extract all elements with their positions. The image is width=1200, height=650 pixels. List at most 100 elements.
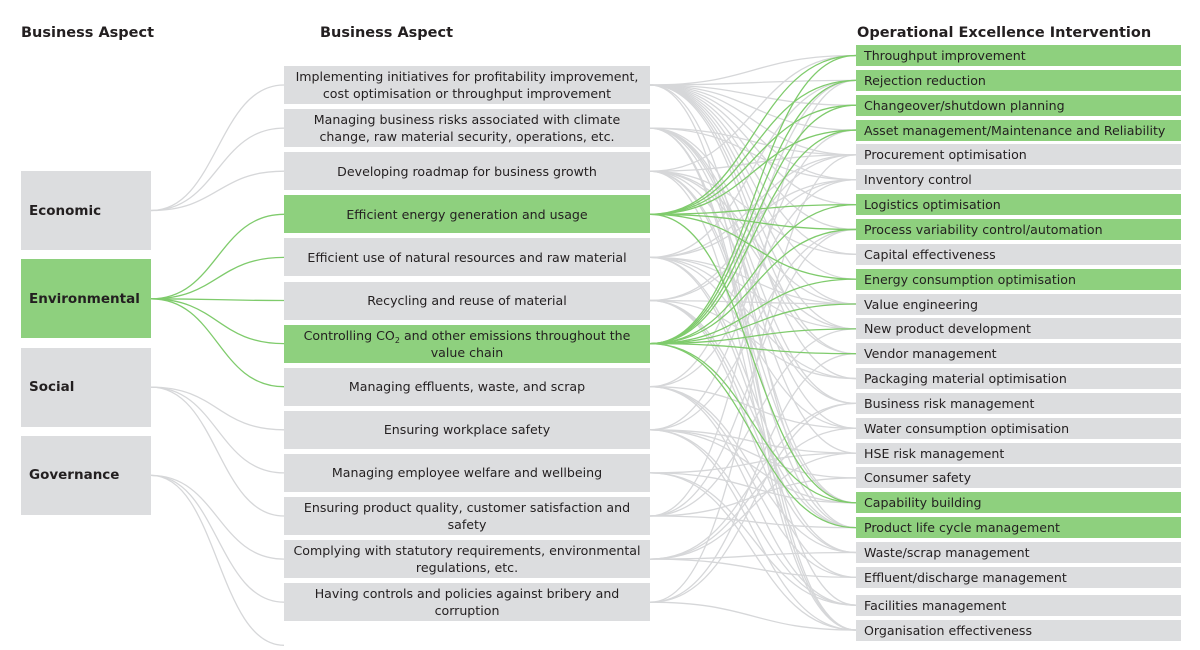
intervention-box: Capability building — [856, 492, 1181, 514]
aspect-label: Developing roadmap for business growth — [337, 163, 597, 179]
intervention-label: Throughput improvement — [864, 48, 1026, 63]
intervention-label: Product life cycle management — [864, 520, 1060, 536]
intervention-box: Waste/scrap management — [856, 542, 1181, 563]
intervention-box: Logistics optimisation — [856, 194, 1181, 216]
pillar-aspect-link — [150, 84, 285, 212]
intervention-label: Facilities management — [864, 597, 1007, 613]
intervention-label: Water consumption optimisation — [864, 420, 1070, 436]
aspect-label: Recycling and reuse of material — [367, 293, 567, 308]
aspect-intervention-link — [649, 179, 857, 259]
intervention-box: HSE risk management — [856, 442, 1181, 464]
intervention-label: Organisation effectiveness — [864, 622, 1033, 638]
aspect-label: Ensuring workplace safety — [383, 422, 551, 438]
aspect-box: Managing business risks associated with … — [284, 109, 650, 148]
aspect-box: Managing employee welfare and wellbeing — [284, 453, 650, 492]
aspect-box: Managing effluents, waste, and scrap — [284, 367, 650, 406]
intervention-box: Value engineering — [856, 293, 1181, 315]
pillar-aspect-link — [150, 298, 285, 388]
intervention-label: Effluent/discharge management — [864, 569, 1067, 585]
intervention-box: Throughput improvement — [856, 45, 1181, 66]
pillar-aspect-link — [150, 213, 285, 300]
aspect-intervention-link — [649, 601, 857, 631]
aspect-label: Efficient use of natural resources and r… — [307, 249, 627, 265]
intervention-label: Rejection reduction — [864, 72, 986, 88]
intervention-label: Process variability control/automation — [864, 221, 1103, 237]
intervention-label: Capital effectiveness — [864, 246, 996, 262]
intervention-box: Facilities management — [856, 594, 1181, 616]
aspect-box: Implementing initiatives for profitabili… — [284, 66, 650, 104]
intervention-box: Vendor management — [856, 343, 1181, 365]
aspect-label: Efficient energy generation and usage — [346, 206, 588, 222]
aspect-intervention-link — [649, 129, 857, 215]
intervention-label: Asset management/Maintenance and Reliabi… — [864, 122, 1166, 138]
aspect-label: Implementing initiatives for profitabili… — [295, 69, 639, 101]
aspect-intervention-link — [649, 129, 857, 431]
pillar-box: Economic — [21, 171, 151, 250]
pillar-box: Governance — [21, 435, 151, 515]
aspect-box: Ensuring product quality, customer satis… — [284, 497, 650, 535]
aspect-label-text: and other emissions throughout the value… — [399, 327, 631, 360]
intervention-box: Asset management/Maintenance and Reliabi… — [856, 119, 1181, 141]
aspect-box: Complying with statutory requirements, e… — [284, 540, 650, 579]
intervention-label: Changeover/shutdown planning — [864, 97, 1065, 113]
pillar-aspect-link — [150, 256, 285, 300]
aspect-box: Efficient energy generation and usage — [284, 195, 650, 234]
aspect-box: Having controls and policies against bri… — [284, 583, 650, 622]
intervention-label: Consumer safety — [864, 470, 972, 486]
intervention-box: Effluent/discharge management — [856, 566, 1181, 588]
right-column-header: Operational Excellence Intervention — [857, 25, 1152, 41]
intervention-box: Product life cycle management — [856, 517, 1181, 539]
intervention-box: New product development — [856, 318, 1181, 340]
aspect-box: Recycling and reuse of material — [284, 281, 650, 320]
pillar-aspect-link — [150, 474, 285, 560]
pillar-aspect-link — [150, 386, 285, 431]
aspect-box: Efficient use of natural resources and r… — [284, 238, 650, 277]
intervention-box: Energy consumption optimisation — [856, 268, 1181, 290]
middle-column-header: Business Aspect — [320, 25, 454, 41]
intervention-box: Rejection reduction — [856, 69, 1181, 91]
intervention-label: HSE risk management — [864, 445, 1005, 461]
pillar-aspect-link — [150, 474, 285, 646]
intervention-box: Organisation effectiveness — [856, 619, 1181, 641]
intervention-label: Value engineering — [864, 296, 978, 312]
pillar-label: Social — [29, 379, 75, 396]
aspect-intervention-link — [649, 213, 857, 504]
intervention-label: Logistics optimisation — [864, 197, 1001, 213]
intervention-label: New product development — [864, 321, 1031, 337]
pillar-box: Environmental — [21, 259, 151, 339]
intervention-box: Water consumption optimisation — [856, 417, 1181, 439]
aspect-label: Managing effluents, waste, and scrap — [348, 379, 586, 395]
aspect-box: Developing roadmap for business growth — [284, 152, 650, 191]
pillar-aspect-link — [150, 298, 285, 345]
intervention-box: Business risk management — [856, 392, 1181, 414]
pillar-aspect-link — [150, 386, 285, 517]
aspect-label-text: Controlling CO — [303, 327, 395, 343]
pillar-box: Social — [21, 347, 151, 427]
intervention-label: Business risk management — [864, 395, 1035, 411]
intervention-label: Packaging material optimisation — [864, 371, 1067, 387]
intervention-box: Consumer safety — [856, 467, 1181, 489]
aspect-label: Complying with statutory requirements, e… — [293, 543, 641, 576]
aspect-label: Having controls and policies against bri… — [314, 586, 620, 619]
intervention-label: Procurement optimisation — [864, 147, 1027, 163]
intervention-label: Waste/scrap management — [864, 545, 1030, 560]
intervention-label: Capability building — [864, 495, 982, 511]
intervention-box: Inventory control — [856, 169, 1181, 191]
intervention-box: Packaging material optimisation — [856, 368, 1181, 390]
intervention-box: Capital effectiveness — [856, 243, 1181, 265]
intervention-label: Inventory control — [864, 172, 972, 188]
aspect-label: Managing employee welfare and wellbeing — [331, 465, 603, 481]
aspect-box: Ensuring workplace safety — [284, 410, 650, 449]
pillar-aspect-link — [150, 386, 285, 474]
pillar-label: Economic — [29, 202, 102, 219]
intervention-box: Process variability control/automation — [856, 218, 1181, 240]
pillar-aspect-link — [150, 474, 285, 603]
intervention-box: Changeover/shutdown planning — [856, 94, 1181, 116]
aspect-label: Managing business risks associated with … — [313, 112, 621, 145]
intervention-label: Energy consumption optimisation — [864, 271, 1076, 287]
aspect-intervention-link — [649, 79, 857, 86]
intervention-box: Procurement optimisation — [856, 144, 1181, 166]
pillar-aspect-link — [150, 127, 285, 212]
aspect-box: Controlling CO2 and other emissions thro… — [284, 324, 650, 363]
pillar-aspect-link — [150, 170, 285, 212]
